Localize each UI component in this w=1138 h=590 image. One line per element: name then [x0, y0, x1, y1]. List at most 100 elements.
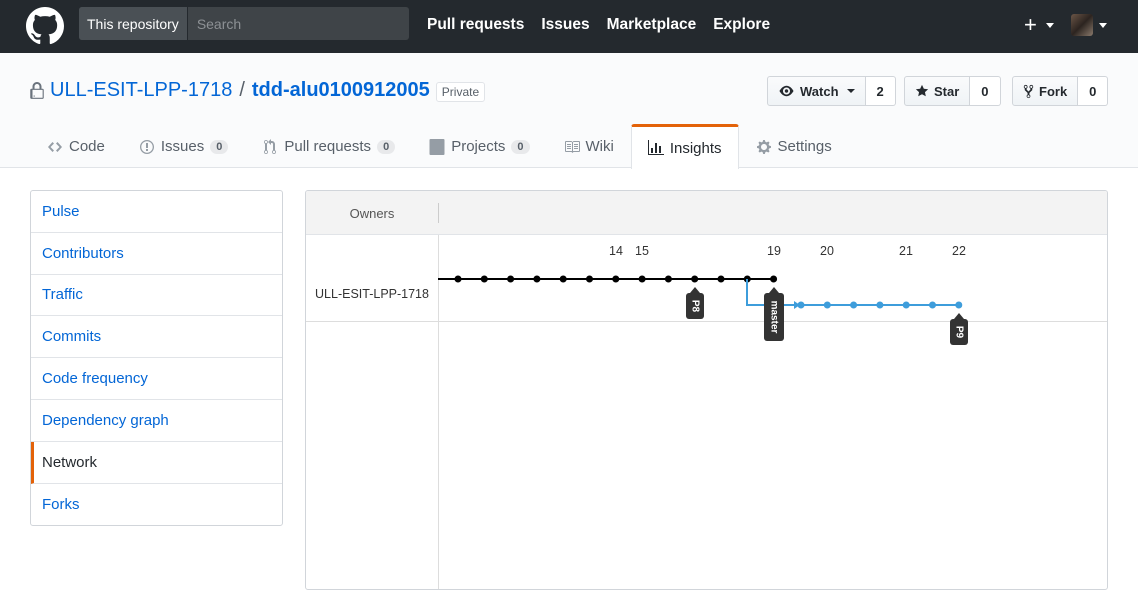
- nav-marketplace[interactable]: Marketplace: [607, 16, 697, 34]
- tab-issues[interactable]: Issues 0: [122, 124, 245, 168]
- tab-insights[interactable]: Insights: [630, 124, 739, 169]
- tab-pull-requests[interactable]: Pull requests 0: [245, 124, 412, 168]
- commit-dot[interactable]: [770, 275, 778, 283]
- repo-header: ULL-ESIT-LPP-1718 / tdd-alu0100912005 Pr…: [0, 53, 1138, 169]
- nav-explore[interactable]: Explore: [713, 16, 770, 34]
- date-label: 20: [820, 244, 834, 258]
- commit-dot[interactable]: [533, 275, 541, 283]
- repo-owner-link[interactable]: ULL-ESIT-LPP-1718: [50, 79, 232, 102]
- tab-label: Pull requests: [284, 138, 372, 155]
- sidebar-item-code-frequency[interactable]: Code frequency: [31, 358, 282, 400]
- tab-wiki[interactable]: Wiki: [547, 124, 631, 168]
- pull-requests-counter: 0: [377, 139, 396, 154]
- label-pointer: [954, 313, 964, 319]
- commit-dot[interactable]: [454, 275, 462, 283]
- chevron-down-icon: [846, 89, 855, 93]
- chevron-down-icon[interactable]: [1099, 23, 1107, 28]
- watch-count[interactable]: 2: [865, 76, 896, 106]
- date-labels: 14 15 19 20 21 22: [609, 244, 966, 258]
- commit-dot[interactable]: [850, 301, 858, 309]
- date-label: 19: [767, 244, 781, 258]
- commit-dot[interactable]: [507, 275, 515, 283]
- commit-dot[interactable]: [929, 301, 936, 309]
- commit-dot[interactable]: [664, 275, 672, 283]
- search-scope-label: This repository: [79, 7, 188, 40]
- graph-icon: [647, 140, 664, 155]
- watch-button[interactable]: Watch: [767, 76, 866, 106]
- private-badge: Private: [435, 82, 486, 102]
- nav-pull-requests[interactable]: Pull requests: [427, 16, 524, 34]
- tab-projects[interactable]: Projects 0: [412, 124, 546, 168]
- fork-icon: [1023, 84, 1034, 98]
- commit-dot[interactable]: [902, 301, 910, 309]
- star-group: Star 0: [904, 76, 1001, 106]
- branch-label-text: P9: [953, 326, 964, 339]
- branch-label-p9[interactable]: P9: [950, 313, 968, 345]
- tab-code[interactable]: Code: [30, 124, 122, 168]
- repo-title: ULL-ESIT-LPP-1718 / tdd-alu0100912005 Pr…: [30, 79, 486, 102]
- chevron-down-icon[interactable]: [1046, 23, 1054, 28]
- global-nav: Pull requests Issues Marketplace Explore: [427, 16, 770, 34]
- fork-count[interactable]: 0: [1078, 76, 1109, 106]
- sidebar-item-pulse[interactable]: Pulse: [31, 191, 282, 233]
- star-button[interactable]: Star: [904, 76, 971, 106]
- star-icon: [915, 84, 929, 97]
- commit-dot[interactable]: [717, 275, 725, 283]
- fork-button[interactable]: Fork: [1012, 76, 1079, 106]
- label-pointer: [690, 287, 700, 293]
- date-label: 22: [952, 244, 966, 258]
- plus-icon[interactable]: +: [1024, 12, 1037, 38]
- tab-label: Issues: [160, 138, 205, 155]
- sidebar-item-forks[interactable]: Forks: [31, 484, 282, 526]
- repo-name-link[interactable]: tdd-alu0100912005: [252, 79, 430, 102]
- star-count[interactable]: 0: [970, 76, 1001, 106]
- book-icon: [564, 140, 580, 153]
- tab-label: Wiki: [585, 138, 614, 155]
- tab-settings[interactable]: Settings: [739, 124, 849, 168]
- insights-sidebar: Pulse Contributors Traffic Commits Code …: [30, 190, 283, 527]
- branch-label-master[interactable]: master: [764, 287, 784, 341]
- eye-icon: [779, 85, 794, 97]
- project-icon: [429, 138, 445, 155]
- lock-icon: [30, 81, 44, 99]
- fork-label: Fork: [1039, 83, 1068, 99]
- sidebar-item-network[interactable]: Network: [31, 441, 282, 484]
- tab-label: Code: [69, 138, 105, 155]
- commit-dot[interactable]: [638, 275, 646, 283]
- watch-group: Watch 2: [767, 76, 896, 106]
- commit-dot[interactable]: [955, 301, 963, 309]
- fork-group: Fork 0: [1012, 76, 1109, 106]
- commit-dot[interactable]: [559, 275, 567, 283]
- branch-label-text: P8: [689, 300, 700, 313]
- label-pointer: [769, 287, 779, 293]
- code-icon: [48, 141, 62, 152]
- avatar[interactable]: [1071, 14, 1093, 36]
- global-header: This repository Pull requests Issues Mar…: [0, 0, 1138, 53]
- date-label: 15: [635, 244, 649, 258]
- commit-dot[interactable]: [480, 275, 488, 283]
- tab-label: Settings: [777, 138, 832, 155]
- commit-dot[interactable]: [586, 275, 593, 283]
- commit-dot[interactable]: [612, 275, 620, 283]
- branch-label-text: master: [768, 301, 779, 334]
- sidebar-item-dependency-graph[interactable]: Dependency graph: [31, 400, 282, 442]
- network-graph[interactable]: Owners ULL-ESIT-LPP-1718 14 15 19 20 21 …: [305, 190, 1108, 590]
- path-separator: /: [239, 79, 245, 101]
- search-input[interactable]: [187, 7, 409, 40]
- sidebar-item-traffic[interactable]: Traffic: [31, 275, 282, 317]
- tab-label: Insights: [669, 139, 722, 157]
- gear-icon: [756, 139, 771, 154]
- commit-dot[interactable]: [691, 275, 699, 283]
- network-graph-canvas: 14 15 19 20 21 22 P8 master P9: [438, 244, 968, 345]
- nav-issues[interactable]: Issues: [541, 16, 589, 34]
- sidebar-item-commits[interactable]: Commits: [31, 316, 282, 359]
- star-label: Star: [934, 83, 960, 99]
- branch-label-p8[interactable]: P8: [686, 287, 704, 319]
- commit-dot[interactable]: [876, 301, 884, 309]
- github-logo-icon[interactable]: [26, 7, 64, 45]
- tab-label: Projects: [451, 138, 506, 155]
- date-label: 21: [899, 244, 913, 258]
- sidebar-item-contributors[interactable]: Contributors: [31, 233, 282, 275]
- commit-dot[interactable]: [823, 301, 831, 309]
- commit-dot[interactable]: [797, 301, 805, 309]
